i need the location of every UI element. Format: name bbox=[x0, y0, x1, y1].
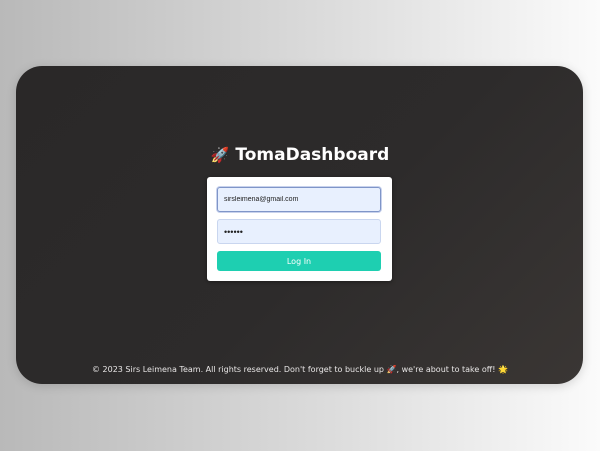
password-field[interactable] bbox=[217, 219, 381, 244]
footer-text: © 2023 Sirs Leimena Team. All rights res… bbox=[91, 365, 508, 374]
login-button[interactable]: Log In bbox=[217, 251, 381, 271]
login-card: Log In bbox=[207, 177, 392, 281]
rocket-icon: 🚀 bbox=[210, 146, 230, 164]
email-field[interactable] bbox=[217, 187, 381, 212]
brand-title: TomaDashboard bbox=[235, 145, 390, 165]
brand-header: 🚀 TomaDashboard bbox=[0, 145, 600, 165]
